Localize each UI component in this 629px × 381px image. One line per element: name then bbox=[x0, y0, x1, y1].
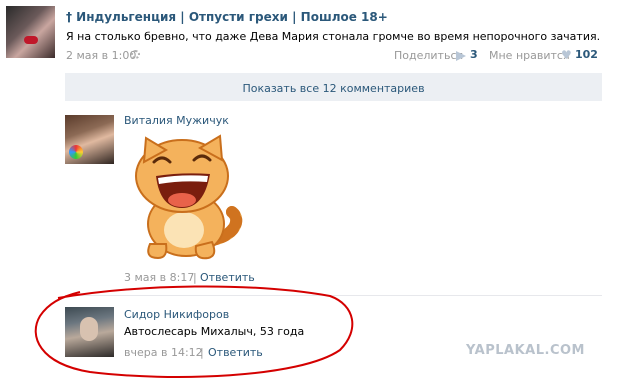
red-annotation-ellipse bbox=[34, 285, 354, 378]
watermark-text: YAPLAKAL.COM bbox=[466, 343, 585, 358]
